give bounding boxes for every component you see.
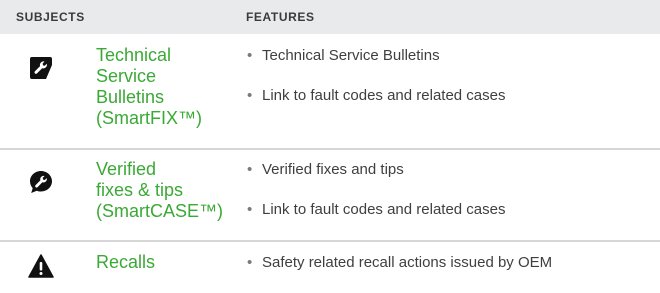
subject-line: Recalls	[96, 252, 156, 272]
subject-line: Technical	[96, 45, 172, 65]
wrench-speech-bubble-icon	[30, 171, 52, 193]
bullet-icon: •	[247, 161, 253, 178]
feature-text: Verified fixes and tips	[262, 161, 404, 178]
subject-line: Bulletins	[96, 87, 165, 107]
feature-text: Link to fault codes and related cases	[262, 201, 506, 218]
features-column-header: FEATURES	[246, 10, 315, 24]
subjects-column-header: SUBJECTS	[16, 10, 85, 24]
feature-list: • Technical Service Bulletins • Link to …	[246, 46, 506, 126]
warning-triangle-icon	[28, 254, 54, 278]
bullet-icon: •	[247, 87, 253, 104]
wrench-icon	[30, 57, 52, 79]
feature-item: • Link to fault codes and related cases	[246, 86, 506, 106]
subject-line: (SmartFIX™)	[96, 108, 202, 128]
table-row-recalls: Recalls • Safety related recall actions …	[0, 242, 660, 287]
feature-text: Link to fault codes and related cases	[262, 87, 506, 104]
subject-line: Service	[96, 66, 157, 86]
subject-line: (SmartCASE™)	[96, 201, 224, 221]
table-row-technical-service-bulletins: Technical Service Bulletins (SmartFIX™) …	[0, 34, 660, 150]
subject-label[interactable]: Technical Service Bulletins (SmartFIX™)	[96, 45, 236, 129]
table-row-verified-fixes: Verified fixes & tips (SmartCASE™) • Ver…	[0, 150, 660, 242]
feature-item: • Technical Service Bulletins	[246, 46, 506, 66]
subject-label[interactable]: Verified fixes & tips (SmartCASE™)	[96, 159, 236, 222]
subject-line: fixes & tips	[96, 180, 184, 200]
bullet-icon: •	[247, 201, 253, 218]
bullet-icon: •	[247, 254, 253, 271]
feature-item: • Verified fixes and tips	[246, 160, 506, 180]
feature-text: Technical Service Bulletins	[262, 47, 440, 64]
subject-label[interactable]: Recalls	[96, 252, 236, 273]
feature-list: • Verified fixes and tips • Link to faul…	[246, 160, 506, 240]
feature-item: • Safety related recall actions issued b…	[246, 253, 552, 273]
bullet-icon: •	[247, 47, 253, 64]
feature-list: • Safety related recall actions issued b…	[246, 253, 552, 293]
subject-line: Verified	[96, 159, 157, 179]
subjects-features-table: SUBJECTS FEATURES Technical Service Bull…	[0, 0, 660, 287]
feature-text: Safety related recall actions issued by …	[262, 254, 553, 271]
feature-item: • Link to fault codes and related cases	[246, 200, 506, 220]
table-header: SUBJECTS FEATURES	[0, 0, 660, 34]
